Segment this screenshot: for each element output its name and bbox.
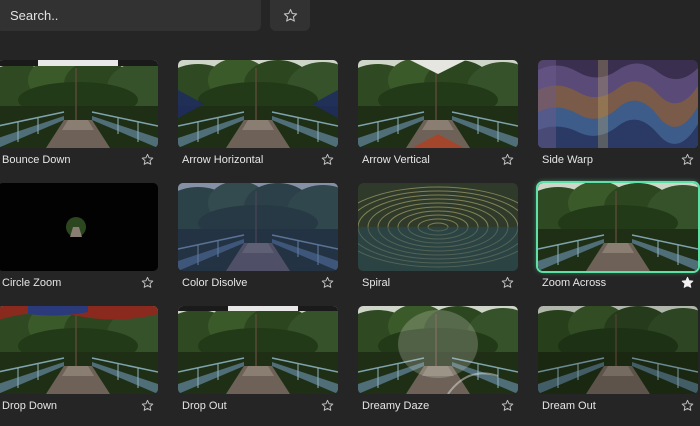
- thumbnail: [0, 306, 158, 394]
- transition-tile-drop-down[interactable]: Drop Down: [0, 306, 158, 416]
- star-outline-icon[interactable]: [501, 399, 514, 412]
- tile-label: Zoom Across: [542, 277, 607, 289]
- star-outline-icon[interactable]: [501, 153, 514, 166]
- tile-label: Drop Out: [182, 400, 227, 412]
- thumbnail: [358, 60, 518, 148]
- thumbnail: [0, 60, 158, 148]
- star-outline-icon[interactable]: [681, 399, 694, 412]
- tile-label: Dreamy Daze: [362, 400, 430, 412]
- transition-tile-color-disolve[interactable]: Color Disolve: [178, 183, 338, 293]
- thumbnail: [358, 183, 518, 271]
- top-bar: [0, 0, 700, 34]
- transition-tile-drop-out[interactable]: Drop Out: [178, 306, 338, 416]
- thumbnail: [538, 306, 698, 394]
- transition-tile-dreamy-daze[interactable]: Dreamy Daze: [358, 306, 518, 416]
- transition-grid: Bounce Down Arrow Horizontal Arrow Verti…: [0, 0, 700, 426]
- thumbnail: [358, 306, 518, 394]
- star-outline-icon[interactable]: [681, 153, 694, 166]
- star-outline-icon[interactable]: [321, 399, 334, 412]
- favorites-filter-button[interactable]: [270, 0, 310, 31]
- thumbnail: [536, 181, 700, 273]
- thumbnail: [538, 60, 698, 148]
- transition-tile-circle-zoom[interactable]: Circle Zoom: [0, 183, 158, 293]
- thumbnail: [178, 60, 338, 148]
- thumbnail: [0, 183, 158, 271]
- tile-label: Circle Zoom: [2, 277, 62, 289]
- transition-tile-bounce-down[interactable]: Bounce Down: [0, 60, 158, 170]
- transition-tile-side-warp[interactable]: Side Warp: [538, 60, 698, 170]
- transition-tile-zoom-across[interactable]: Zoom Across: [536, 181, 700, 293]
- search-input[interactable]: [0, 0, 261, 31]
- star-outline-icon: [283, 8, 298, 23]
- thumbnail: [178, 306, 338, 394]
- tile-label: Spiral: [362, 277, 391, 289]
- star-outline-icon[interactable]: [141, 153, 154, 166]
- transition-tile-dream-out[interactable]: Dream Out: [538, 306, 698, 416]
- transition-tile-arrow-vertical[interactable]: Arrow Vertical: [358, 60, 518, 170]
- tile-label: Dream Out: [542, 400, 596, 412]
- tile-label: Color Disolve: [182, 277, 248, 289]
- tile-label: Arrow Horizontal: [182, 154, 264, 166]
- transition-tile-arrow-horizontal[interactable]: Arrow Horizontal: [178, 60, 338, 170]
- star-outline-icon[interactable]: [141, 399, 154, 412]
- tile-label: Bounce Down: [2, 154, 71, 166]
- star-filled-icon[interactable]: [681, 276, 694, 289]
- star-outline-icon[interactable]: [321, 276, 334, 289]
- transition-tile-spiral[interactable]: Spiral: [358, 183, 518, 293]
- star-outline-icon[interactable]: [501, 276, 514, 289]
- star-outline-icon[interactable]: [141, 276, 154, 289]
- tile-label: Arrow Vertical: [362, 154, 430, 166]
- tile-label: Drop Down: [2, 400, 58, 412]
- tile-label: Side Warp: [542, 154, 593, 166]
- star-outline-icon[interactable]: [321, 153, 334, 166]
- thumbnail: [178, 183, 338, 271]
